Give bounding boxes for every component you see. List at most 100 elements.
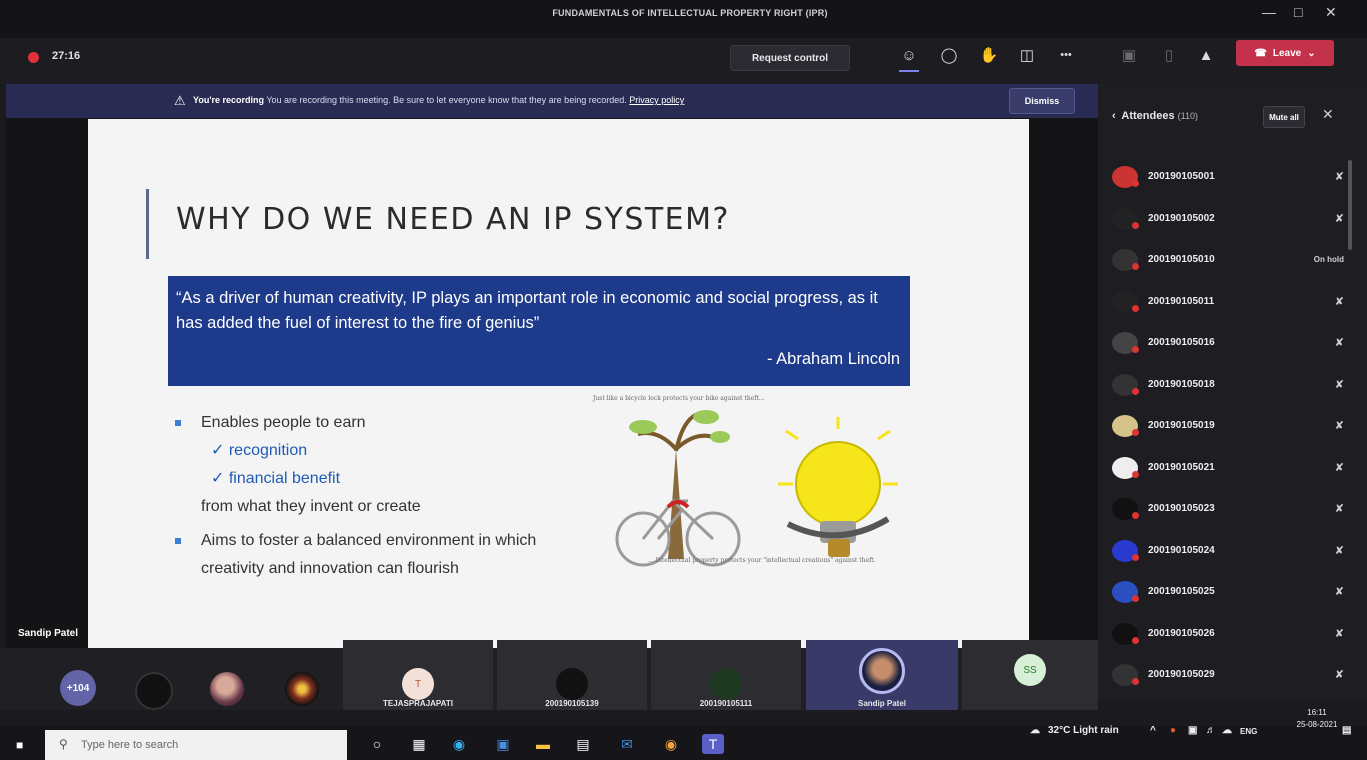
share-screen-icon[interactable]: ▲	[1192, 44, 1220, 66]
attendee-row[interactable]: 200190105029 ✘	[1112, 661, 1352, 689]
attendee-row[interactable]: 200190105016 ✘	[1112, 329, 1352, 357]
recording-indicator-icon	[28, 52, 39, 63]
avatar	[710, 668, 742, 700]
onedrive-icon[interactable]: ☁	[1222, 725, 1232, 736]
request-control-button[interactable]: Request control	[730, 45, 850, 71]
volume-icon[interactable]: ♬	[1206, 725, 1216, 736]
store-icon[interactable]: ▤	[572, 734, 594, 754]
avatar[interactable]	[210, 672, 244, 706]
title-bar: FUNDAMENTALS OF INTELLECTUAL PROPERTY RI…	[0, 0, 1367, 38]
status-dot	[1132, 470, 1139, 478]
camera-icon[interactable]: ▣	[1115, 44, 1143, 66]
tray-app-icon[interactable]: ●	[1170, 725, 1176, 736]
rooms-icon[interactable]: ◫	[1013, 44, 1041, 66]
bullet-marker	[175, 420, 181, 426]
attendee-row[interactable]: 200190105025 ✘	[1112, 578, 1352, 606]
participant-tile[interactable]: T TEJASPRAJAPATI	[343, 640, 493, 710]
meeting-timer: 27:16	[52, 50, 81, 62]
close-panel-icon[interactable]: ✕	[1322, 106, 1334, 123]
mute-all-button[interactable]: Mute all	[1263, 106, 1305, 128]
attendee-name: 200190105018	[1148, 378, 1215, 390]
bicycle-lock-bulb-illustration	[615, 410, 898, 567]
edge-icon[interactable]: ◉	[448, 734, 470, 754]
attendee-row[interactable]: 200190105010 On hold	[1112, 246, 1352, 274]
weather-icon[interactable]: ☁	[1030, 725, 1040, 736]
attendee-row[interactable]: 200190105001 ✘	[1112, 163, 1352, 191]
mic-muted-icon: ✘	[1334, 378, 1344, 391]
attendee-row[interactable]: 200190105023 ✘	[1112, 495, 1352, 523]
avatar	[859, 648, 905, 694]
participant-tile[interactable]: 200190105139	[497, 640, 647, 710]
slide-title: WHY DO WE NEED AN IP SYSTEM?	[176, 202, 730, 237]
status-dot	[1132, 553, 1139, 561]
task-view-icon[interactable]: ▦	[408, 734, 430, 754]
attendee-row[interactable]: 200190105018 ✘	[1112, 371, 1352, 399]
reactions-icon[interactable]: ✋	[975, 44, 1003, 66]
scrollbar[interactable]	[1348, 160, 1352, 250]
leave-button[interactable]: ☎ Leave ⌄	[1236, 40, 1334, 66]
status-dot	[1132, 387, 1139, 395]
dismiss-button[interactable]: Dismiss	[1009, 88, 1075, 114]
mic-muted-icon: ✘	[1334, 586, 1344, 598]
quote-box: “As a driver of human creativity, IP pla…	[168, 276, 910, 386]
bullet-text: Enables people to earn	[201, 414, 366, 431]
attendee-row[interactable]: 200190105026 ✘	[1112, 620, 1352, 648]
participant-tile-active[interactable]: Sandip Patel	[806, 640, 958, 710]
attendee-name: 200190105025	[1148, 586, 1215, 597]
participant-tile[interactable]: SS	[962, 640, 1098, 710]
lightbulb-icon	[778, 417, 898, 557]
clock-date: 25-08-2021	[1296, 720, 1338, 729]
mail-icon[interactable]: ✉	[616, 734, 638, 754]
cortana-icon[interactable]: ○	[366, 734, 388, 754]
attendee-name: 200190105002	[1148, 212, 1215, 224]
avatar	[556, 668, 588, 700]
avatar: T	[402, 668, 434, 700]
close-window-icon[interactable]: ✕	[1325, 4, 1337, 21]
minimize-icon[interactable]: —	[1262, 4, 1276, 20]
more-actions-icon[interactable]: •••	[1052, 44, 1080, 66]
attendee-name: 200190105023	[1148, 503, 1215, 514]
network-icon[interactable]: ▣	[1188, 725, 1197, 736]
app-icon[interactable]: ▣	[492, 734, 514, 754]
avatar[interactable]	[135, 672, 173, 710]
participant-tile[interactable]: 200190105111	[651, 640, 801, 710]
attendee-row[interactable]: 200190105021 ✘	[1112, 454, 1352, 482]
back-chevron-icon[interactable]: ‹	[1112, 110, 1119, 122]
mic-muted-icon: ✘	[1334, 420, 1344, 432]
attendee-row[interactable]: 200190105024 ✘	[1112, 537, 1352, 565]
notifications-icon[interactable]: ▤	[1342, 725, 1351, 736]
taskbar-search[interactable]: ⚲ Type here to search	[45, 730, 347, 760]
participants-icon[interactable]: ☺	[895, 44, 923, 72]
participant-name: 200190105111	[699, 699, 753, 708]
file-explorer-icon[interactable]: ▬	[532, 734, 554, 754]
quote-author: - Abraham Lincoln	[767, 350, 900, 368]
maximize-icon[interactable]: □	[1294, 4, 1302, 20]
attendee-row[interactable]: 200190105019 ✘	[1112, 412, 1352, 440]
language-indicator[interactable]: ENG	[1240, 727, 1257, 736]
taskbar-clock[interactable]: 16:11 25-08-2021	[1294, 707, 1340, 731]
windows-start-icon[interactable]: ■	[16, 738, 23, 752]
mic-icon[interactable]: ▯	[1155, 44, 1183, 66]
warning-icon: ⚠	[174, 93, 186, 108]
bullet-item: Aims to foster a balanced environment in…	[173, 527, 593, 583]
recording-text: You are recording this meeting. Be sure …	[266, 95, 627, 105]
mic-muted-icon: ✘	[1334, 337, 1344, 349]
quote-text: “As a driver of human creativity, IP pla…	[176, 289, 878, 332]
chevron-up-icon[interactable]: ^	[1150, 725, 1156, 736]
bullet-text-tail: from what they invent or create	[201, 498, 421, 515]
chat-icon[interactable]: ◯	[935, 44, 963, 66]
attendee-row[interactable]: 200190105011 ✘	[1112, 288, 1352, 316]
attendee-name: 200190105016	[1148, 337, 1215, 348]
avatar[interactable]	[285, 672, 319, 706]
weather-text[interactable]: 32°C Light rain	[1048, 725, 1119, 736]
attendee-row[interactable]: 200190105002 ✘	[1112, 205, 1352, 233]
more-participants-button[interactable]: +104	[60, 670, 96, 706]
status-dot	[1132, 180, 1139, 187]
attendee-name: 200190105024	[1148, 544, 1215, 556]
chrome-icon[interactable]: ◉	[660, 734, 682, 754]
chevron-down-icon[interactable]: ⌄	[1307, 48, 1315, 59]
privacy-policy-link[interactable]: Privacy policy	[629, 95, 684, 105]
mic-muted-icon: ✘	[1334, 171, 1344, 183]
mic-muted-icon: ✘	[1334, 544, 1344, 557]
teams-icon[interactable]: T	[702, 734, 724, 754]
